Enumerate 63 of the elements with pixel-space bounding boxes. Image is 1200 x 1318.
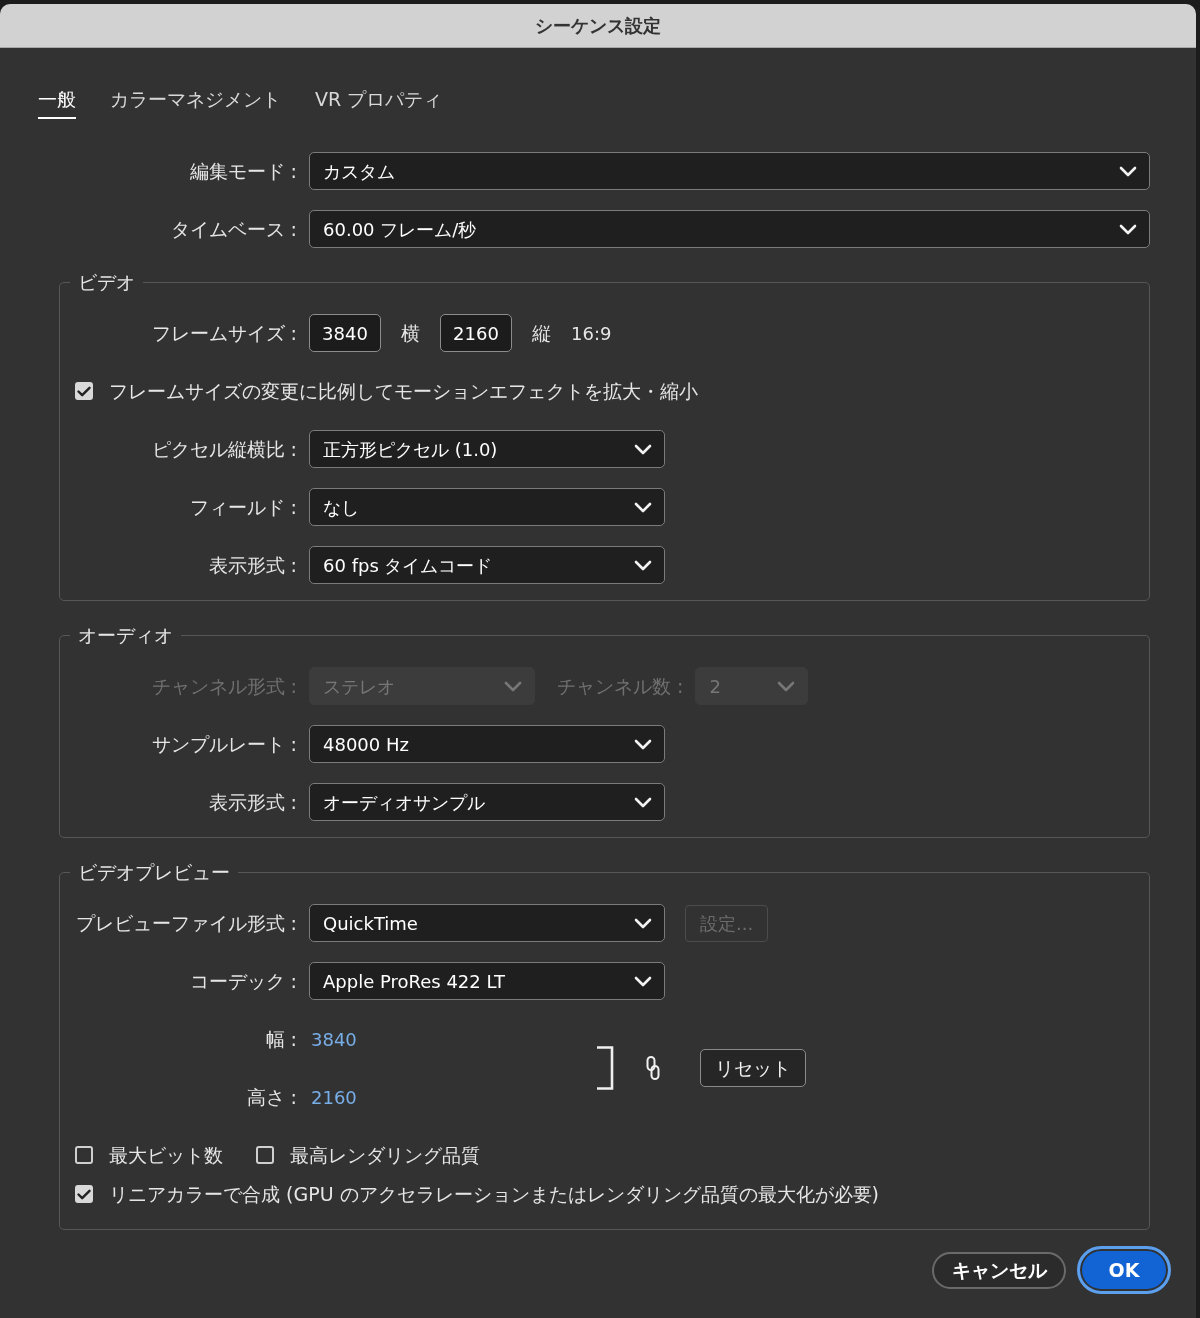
field-label: 表示形式 : bbox=[207, 789, 297, 815]
field-label: フィールド : bbox=[188, 494, 297, 520]
aspect-ratio-text: 16:9 bbox=[571, 321, 612, 346]
tab[interactable]: カラーマネジメント bbox=[110, 87, 281, 119]
dropdown[interactable]: オーディオサンプル bbox=[309, 783, 665, 821]
dropdown[interactable]: なし bbox=[309, 488, 665, 526]
group-title: オーディオ bbox=[77, 623, 174, 647]
chevron-down-icon bbox=[634, 917, 652, 929]
dropdown[interactable]: 60 fps タイムコード bbox=[309, 546, 665, 584]
checkmark-icon bbox=[77, 385, 91, 397]
checkbox-label: リニアカラーで合成 (GPU のアクセラレーションまたはレンダリング品質の最大化が必要) bbox=[109, 1181, 879, 1207]
group-title: ビデオプレビュー bbox=[77, 860, 231, 884]
chevron-down-icon bbox=[634, 501, 652, 513]
reset-button[interactable]: リセット bbox=[700, 1049, 806, 1087]
chevron-down-icon bbox=[1119, 223, 1137, 235]
field-label: 幅 : bbox=[264, 1026, 297, 1052]
field-label: タイムベース : bbox=[169, 216, 297, 242]
checkbox-label: 最高レンダリング品質 bbox=[290, 1142, 480, 1168]
chevron-down-icon bbox=[777, 680, 796, 692]
number-field[interactable]: 2160 bbox=[440, 314, 512, 352]
chevron-down-icon bbox=[504, 680, 522, 692]
number-field[interactable]: 3840 bbox=[309, 314, 381, 352]
dimension-value: 2160 bbox=[311, 1085, 357, 1110]
checkbox[interactable] bbox=[75, 1146, 93, 1164]
dropdown[interactable]: QuickTime bbox=[309, 904, 665, 942]
checkbox[interactable] bbox=[75, 382, 93, 400]
field-label: チャンネル形式 : bbox=[150, 673, 297, 699]
unit-label: 縦 bbox=[532, 320, 551, 346]
group-title: ビデオ bbox=[77, 270, 136, 294]
chevron-down-icon bbox=[634, 975, 652, 987]
tab[interactable]: VR プロパティ bbox=[315, 87, 443, 119]
bracket-icon bbox=[596, 1046, 614, 1090]
field-label: フレームサイズ : bbox=[150, 320, 297, 346]
field-label: コーデック : bbox=[188, 968, 297, 994]
checkbox[interactable] bbox=[256, 1146, 274, 1164]
chevron-down-icon bbox=[634, 738, 652, 750]
chevron-down-icon bbox=[634, 443, 652, 455]
field-label: サンプルレート : bbox=[150, 731, 297, 757]
dropdown[interactable]: 60.00 フレーム/秒 bbox=[309, 210, 1150, 248]
unit-label: 横 bbox=[401, 320, 420, 346]
field-label: ピクセル縦横比 : bbox=[150, 436, 297, 462]
field-label: 編集モード : bbox=[188, 158, 297, 184]
dropdown[interactable]: カスタム bbox=[309, 152, 1150, 190]
dropdown[interactable]: 正方形ピクセル (1.0) bbox=[309, 430, 665, 468]
checkbox[interactable] bbox=[75, 1185, 93, 1203]
dimension-value: 3840 bbox=[311, 1027, 357, 1052]
field-label: 高さ : bbox=[245, 1084, 297, 1110]
primary-button[interactable]: OK bbox=[1077, 1246, 1171, 1294]
checkmark-icon bbox=[77, 1188, 91, 1200]
chain-link-icon[interactable] bbox=[646, 1056, 660, 1080]
secondary-button[interactable]: キャンセル bbox=[932, 1251, 1066, 1289]
chevron-down-icon bbox=[1119, 165, 1137, 177]
field-label: プレビューファイル形式 : bbox=[75, 910, 297, 936]
field-label: 表示形式 : bbox=[207, 552, 297, 578]
chevron-down-icon bbox=[634, 559, 652, 571]
chevron-down-icon bbox=[634, 796, 652, 808]
window-title: シーケンス設定 bbox=[535, 14, 661, 38]
field-label: チャンネル数 : bbox=[557, 673, 684, 699]
checkbox-label: フレームサイズの変更に比例してモーションエフェクトを拡大・縮小 bbox=[109, 378, 698, 404]
checkbox-label: 最大ビット数 bbox=[109, 1142, 223, 1168]
dropdown[interactable]: 48000 Hz bbox=[309, 725, 665, 763]
tab[interactable]: 一般 bbox=[38, 87, 76, 119]
dropdown[interactable]: Apple ProRes 422 LT bbox=[309, 962, 665, 1000]
